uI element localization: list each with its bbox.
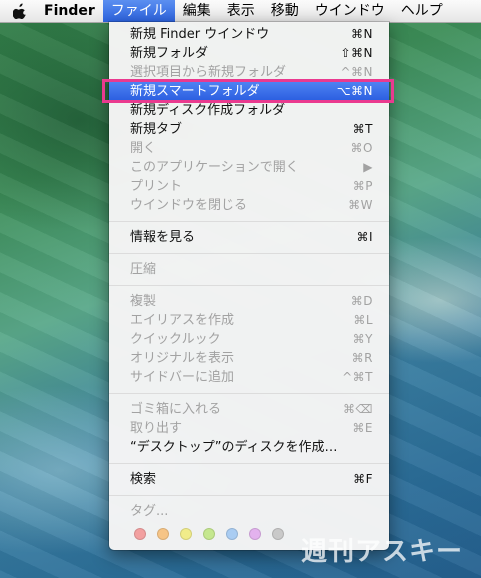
menu-item-shortcut: ⌘F: [353, 472, 373, 486]
menu-item-burn-desktop[interactable]: “デスクトップ”のディスクを作成…: [109, 438, 389, 457]
menu-item-label: このアプリケーションで開く: [130, 160, 299, 175]
tag-green-dot[interactable]: [203, 528, 215, 540]
tag-yellow-dot[interactable]: [180, 528, 192, 540]
annotation-highlight-frame: [102, 79, 394, 103]
menubar-view[interactable]: 表示: [219, 0, 263, 22]
tag-red-dot[interactable]: [134, 528, 146, 540]
menu-item-new-burn-folder[interactable]: 新規ディスク作成フォルダ: [109, 101, 389, 120]
menubar-app-finder[interactable]: Finder: [40, 0, 103, 22]
menu-item-shortcut: ⌘N: [351, 27, 373, 41]
menubar-file[interactable]: ファイル: [102, 0, 175, 22]
menu-item-duplicate[interactable]: 複製 ⌘D: [109, 292, 389, 311]
apple-icon[interactable]: [0, 0, 40, 22]
menu-item-label: 新規ディスク作成フォルダ: [130, 103, 286, 118]
menu-item-shortcut: ⌘L: [353, 313, 373, 327]
tag-purple-dot[interactable]: [249, 528, 261, 540]
menu-item-label: オリジナルを表示: [130, 351, 235, 366]
menu-item-new-finder-window[interactable]: 新規 Finder ウインドウ ⌘N: [109, 25, 389, 44]
menu-item-get-info[interactable]: 情報を見る ⌘I: [109, 228, 389, 247]
menu-item-label: 新規フォルダ: [130, 46, 209, 61]
menu-item-label: エイリアスを作成: [130, 313, 235, 328]
menu-separator: [109, 495, 389, 496]
menu-item-shortcut: ⌘D: [350, 294, 373, 308]
submenu-arrow-icon: ▶: [363, 160, 373, 174]
menu-item-shortcut: ⌘O: [350, 141, 373, 155]
menu-item-compress[interactable]: 圧縮: [109, 260, 389, 279]
menu-item-label: 新規タブ: [130, 122, 183, 137]
menu-separator: [109, 393, 389, 394]
menu-item-close-window[interactable]: ウインドウを閉じる ⌘W: [109, 196, 389, 215]
menu-item-move-to-trash[interactable]: ゴミ箱に入れる ⌘⌫: [109, 400, 389, 419]
menu-item-find[interactable]: 検索 ⌘F: [109, 470, 389, 489]
watermark-text: 週刊アスキー: [300, 537, 463, 567]
menu-item-label: タグ...: [130, 504, 169, 519]
menu-item-add-to-sidebar[interactable]: サイドバーに追加 ^⌘T: [109, 368, 389, 387]
menu-separator: [109, 221, 389, 222]
menu-item-open[interactable]: 開く ⌘O: [109, 139, 389, 158]
menu-separator: [109, 253, 389, 254]
menu-item-shortcut: ⌘⌫: [343, 402, 373, 416]
menubar-go[interactable]: 移動: [263, 0, 307, 22]
menu-item-shortcut: ^⌘T: [342, 370, 373, 384]
menu-item-shortcut: ⌘W: [348, 198, 373, 212]
tag-orange-dot[interactable]: [157, 528, 169, 540]
menu-item-show-original[interactable]: オリジナルを表示 ⌘R: [109, 349, 389, 368]
menu-item-shortcut: ⌘P: [352, 179, 373, 193]
tag-blue-dot[interactable]: [226, 528, 238, 540]
menu-item-shortcut: ⇧⌘N: [340, 46, 373, 60]
menu-item-shortcut: ⌘Y: [352, 332, 373, 346]
menu-item-label: 情報を見る: [130, 230, 196, 245]
menubar-help[interactable]: ヘルプ: [393, 0, 451, 22]
menu-item-quick-look[interactable]: クイックルック ⌘Y: [109, 330, 389, 349]
menu-item-label: プリント: [130, 179, 183, 194]
menu-item-label: ウインドウを閉じる: [130, 198, 248, 213]
menu-item-new-folder[interactable]: 新規フォルダ ⇧⌘N: [109, 44, 389, 63]
menu-separator: [109, 463, 389, 464]
menu-item-tags[interactable]: タグ...: [109, 502, 389, 521]
menu-item-label: “デスクトップ”のディスクを作成…: [130, 440, 338, 455]
menu-item-label: 圧縮: [130, 262, 157, 277]
menu-item-eject[interactable]: 取り出す ⌘E: [109, 419, 389, 438]
tag-gray-dot[interactable]: [272, 528, 284, 540]
menu-item-label: 取り出す: [130, 421, 183, 436]
menu-item-make-alias[interactable]: エイリアスを作成 ⌘L: [109, 311, 389, 330]
menu-item-shortcut: ⌘R: [351, 351, 373, 365]
menubar-window[interactable]: ウインドウ: [307, 0, 393, 22]
menu-item-label: 新規 Finder ウインドウ: [130, 27, 270, 42]
menu-item-shortcut: ⌘E: [352, 421, 373, 435]
menu-item-label: 複製: [130, 294, 157, 309]
menu-item-new-tab[interactable]: 新規タブ ⌘T: [109, 120, 389, 139]
menu-item-shortcut: ⌘I: [356, 230, 373, 244]
menubar-edit[interactable]: 編集: [175, 0, 219, 22]
menu-item-open-with[interactable]: このアプリケーションで開く ▶: [109, 158, 389, 177]
menu-item-label: サイドバーに追加: [130, 370, 235, 385]
menu-item-print[interactable]: プリント ⌘P: [109, 177, 389, 196]
menu-item-label: ゴミ箱に入れる: [130, 402, 222, 417]
menu-separator: [109, 285, 389, 286]
menu-item-label: 開く: [130, 141, 157, 156]
menu-item-label: 検索: [130, 472, 157, 487]
menu-item-label: クイックルック: [130, 332, 221, 347]
menu-bar: Finder ファイル 編集 表示 移動 ウインドウ ヘルプ: [0, 0, 481, 23]
menu-item-shortcut: ⌘T: [352, 122, 373, 136]
